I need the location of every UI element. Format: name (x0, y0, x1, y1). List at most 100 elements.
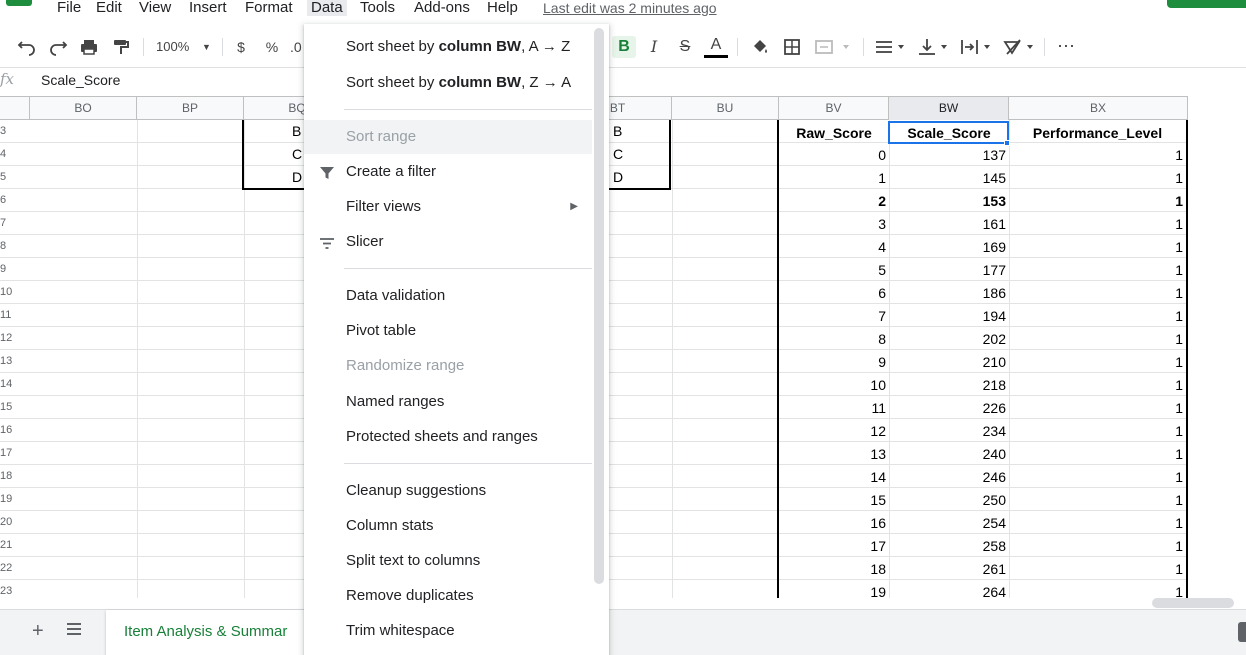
sheets-logo-icon[interactable] (6, 0, 32, 6)
column-header-bv[interactable]: BV (779, 97, 889, 120)
cell-performance-level[interactable]: 1 (1009, 144, 1186, 167)
cell-raw-score[interactable]: 0 (779, 144, 889, 167)
menu-sort-range[interactable]: Sort range (304, 120, 592, 154)
fill-handle[interactable] (1004, 140, 1010, 146)
menu-data-validation[interactable]: Data validation (304, 279, 592, 313)
cell-performance-level[interactable]: 1 (1009, 167, 1186, 190)
cell-performance-level[interactable]: 1 (1009, 236, 1186, 259)
cell-performance-level[interactable]: 1 (1009, 190, 1186, 213)
cell-scale-score[interactable]: 226 (889, 397, 1009, 420)
horizontal-scrollbar[interactable] (1152, 598, 1234, 608)
cell-scale-score[interactable]: 202 (889, 328, 1009, 351)
menu-file[interactable]: File (57, 0, 81, 16)
text-color-button[interactable]: A (704, 36, 728, 58)
fill-color-icon[interactable] (749, 36, 771, 58)
cell-performance-level[interactable]: 1 (1009, 305, 1186, 328)
menu-cleanup-suggestions[interactable]: Cleanup suggestions (304, 474, 592, 508)
row-header[interactable]: 4 (0, 143, 30, 166)
row-header[interactable]: 12 (0, 327, 30, 350)
sheet-tab-item-analysis[interactable]: Item Analysis & Summar (106, 610, 316, 655)
cell-raw-score[interactable]: 7 (779, 305, 889, 328)
share-button[interactable] (1167, 0, 1246, 8)
menu-create-filter[interactable]: Create a filter (304, 155, 592, 189)
row-header[interactable]: 16 (0, 419, 30, 442)
cell-scale-score[interactable]: 246 (889, 466, 1009, 489)
cell-scale-score[interactable]: 264 (889, 581, 1009, 598)
cell-performance-level[interactable]: 1 (1009, 420, 1186, 443)
cell-raw-score[interactable]: 14 (779, 466, 889, 489)
menu-pivot-table[interactable]: Pivot table (304, 314, 592, 348)
cell-raw-score[interactable]: 11 (779, 397, 889, 420)
cell-performance-level[interactable]: 1 (1009, 489, 1186, 512)
cell-performance-level[interactable]: 1 (1009, 259, 1186, 282)
cell-scale-score[interactable]: 153 (889, 190, 1009, 213)
cell-raw-score[interactable]: 17 (779, 535, 889, 558)
strikethrough-button[interactable]: S (674, 36, 696, 58)
column-header-bp[interactable]: BP (137, 97, 244, 120)
cell-raw-score[interactable]: 13 (779, 443, 889, 466)
row-header[interactable]: 9 (0, 258, 30, 281)
cell-bx3-header[interactable]: Performance_Level (1009, 122, 1186, 145)
row-header[interactable]: 3 (0, 120, 30, 143)
cell-raw-score[interactable]: 2 (779, 190, 889, 213)
explore-icon[interactable] (1238, 622, 1246, 642)
row-header[interactable]: 7 (0, 212, 30, 235)
menu-format[interactable]: Format (245, 0, 293, 16)
row-header[interactable]: 22 (0, 557, 30, 580)
menu-named-ranges[interactable]: Named ranges (304, 385, 592, 419)
cell-performance-level[interactable]: 1 (1009, 443, 1186, 466)
row-header[interactable]: 20 (0, 511, 30, 534)
undo-icon[interactable] (16, 36, 38, 58)
menu-data[interactable]: Data (307, 0, 347, 16)
merge-cells-icon[interactable] (813, 36, 853, 58)
row-header[interactable]: 21 (0, 534, 30, 557)
zoom-select[interactable]: 100% ▼ (152, 36, 214, 58)
column-header-bu[interactable]: BU (672, 97, 779, 120)
cell-scale-score[interactable]: 218 (889, 374, 1009, 397)
row-header[interactable]: 19 (0, 488, 30, 511)
redo-icon[interactable] (47, 36, 69, 58)
menu-scrollbar[interactable] (594, 28, 604, 584)
cell-scale-score[interactable]: 145 (889, 167, 1009, 190)
menu-column-stats[interactable]: Column stats (304, 509, 592, 543)
menu-protected-sheets[interactable]: Protected sheets and ranges (304, 420, 592, 454)
menu-tools[interactable]: Tools (360, 0, 395, 16)
cell-bt5[interactable]: D (613, 166, 623, 189)
cell-scale-score[interactable]: 186 (889, 282, 1009, 305)
cell-raw-score[interactable]: 18 (779, 558, 889, 581)
column-header-bx[interactable]: BX (1009, 97, 1188, 120)
cell-bq3[interactable]: B (292, 120, 301, 143)
cell-performance-level[interactable]: 1 (1009, 374, 1186, 397)
menu-filter-views[interactable]: Filter views ▶ (304, 190, 592, 224)
cell-raw-score[interactable]: 15 (779, 489, 889, 512)
cell-scale-score[interactable]: 177 (889, 259, 1009, 282)
formula-input[interactable]: Scale_Score (41, 72, 120, 88)
text-wrapping-icon[interactable] (959, 36, 995, 58)
row-header[interactable]: 23 (0, 580, 30, 598)
decrease-decimal-button[interactable]: .0 (290, 36, 304, 58)
italic-button[interactable]: I (643, 36, 665, 58)
row-header[interactable]: 18 (0, 465, 30, 488)
cell-bq4[interactable]: C (292, 143, 302, 166)
cell-raw-score[interactable]: 5 (779, 259, 889, 282)
last-edit-link[interactable]: Last edit was 2 minutes ago (543, 0, 717, 16)
borders-icon[interactable] (781, 36, 803, 58)
cell-raw-score[interactable]: 8 (779, 328, 889, 351)
cell-scale-score[interactable]: 261 (889, 558, 1009, 581)
add-sheet-icon[interactable]: + (32, 620, 44, 643)
cell-scale-score[interactable]: 234 (889, 420, 1009, 443)
cell-raw-score[interactable]: 19 (779, 581, 889, 598)
menu-randomize-range[interactable]: Randomize range (304, 349, 592, 383)
menu-sort-sheet-za[interactable]: Sort sheet by column BW, Z → A (304, 66, 592, 100)
cell-performance-level[interactable]: 1 (1009, 397, 1186, 420)
cell-raw-score[interactable]: 16 (779, 512, 889, 535)
vertical-align-icon[interactable] (916, 36, 952, 58)
row-header[interactable]: 10 (0, 281, 30, 304)
cell-raw-score[interactable]: 3 (779, 213, 889, 236)
cell-scale-score[interactable]: 258 (889, 535, 1009, 558)
menu-edit[interactable]: Edit (96, 0, 122, 16)
menu-view[interactable]: View (139, 0, 171, 16)
cell-bv3-header[interactable]: Raw_Score (779, 122, 889, 145)
cell-raw-score[interactable]: 1 (779, 167, 889, 190)
row-header[interactable]: 15 (0, 396, 30, 419)
